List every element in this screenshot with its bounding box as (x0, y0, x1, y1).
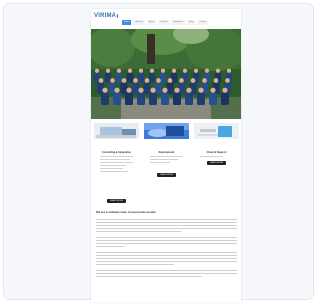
tablet-image (194, 123, 239, 139)
nav-item-blog[interactable]: Blog (187, 20, 196, 25)
nav-item-home[interactable]: Home (122, 20, 132, 25)
article-title: We are a software team of passionate peo… (96, 210, 156, 214)
nav-item-contact[interactable]: Contact (197, 20, 209, 25)
cloud-image (144, 123, 189, 139)
nav-item-experience[interactable]: Experience (171, 20, 186, 25)
article-paragraph (96, 252, 237, 265)
feature-text (150, 156, 183, 165)
nav-item-careers[interactable]: Careers (158, 20, 170, 25)
learn-more-button[interactable]: LEARN MORE (107, 199, 126, 203)
feature-text (200, 156, 233, 159)
feature-title: Consulting & Integration (101, 151, 132, 154)
feature-card-consulting: Consulting & Integration LEARN MORE (94, 123, 139, 205)
laptop-image (94, 123, 139, 139)
logo-text: VIRIMA (94, 13, 117, 19)
learn-more-button[interactable]: LEARN MORE (207, 161, 226, 165)
feature-card-development: Development LEARN MORE (144, 123, 189, 205)
feature-cards: Consulting & Integration LEARN MORE Deve… (94, 123, 239, 207)
feature-card-cloud: Cloud & Support LEARN MORE (194, 123, 239, 205)
article-paragraph (96, 237, 237, 247)
nav-item-services[interactable]: Services (133, 20, 146, 25)
article-paragraph (96, 219, 237, 232)
team-photo-image (91, 29, 241, 119)
feature-title: Development (158, 151, 175, 154)
article-paragraph (96, 270, 237, 277)
site-logo[interactable]: VIRIMA (94, 12, 118, 20)
main-nav: Home Services About Careers Experience Blog Co… (122, 20, 209, 26)
website-thumbnail[interactable]: VIRIMA Home Services About Careers Experienc… (91, 9, 241, 302)
learn-more-button[interactable]: LEARN MORE (157, 173, 176, 177)
feature-title: Cloud & Support (206, 151, 227, 154)
nav-item-about[interactable]: About (147, 20, 157, 25)
feature-text (100, 156, 133, 174)
hero-team-photo (91, 29, 241, 119)
article-section: We are a software team of passionate peo… (96, 210, 237, 282)
logo-mark-icon (117, 14, 118, 18)
site-header: VIRIMA Home Services About Careers Experienc… (91, 9, 241, 29)
